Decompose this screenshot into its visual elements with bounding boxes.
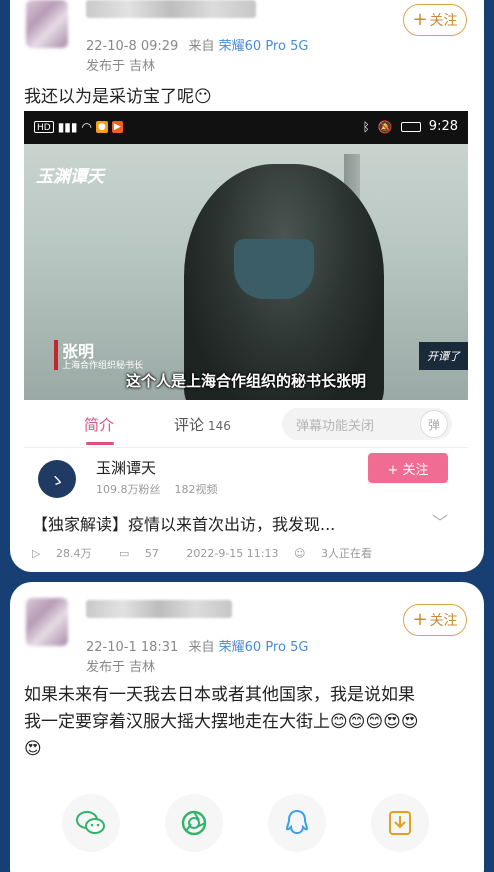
danmaku-icon: ▭	[118, 547, 133, 560]
follow-button[interactable]: + 关注	[403, 4, 467, 36]
post-timestamp: 22-10-8 09:29	[86, 39, 179, 54]
status-bar: HD ▮▮▮ ◠ ● ▶ ᛒ 🔕 9:28	[24, 111, 468, 144]
channel-videos: 182视频	[174, 483, 218, 496]
danmu-toggle[interactable]: 弹	[420, 410, 448, 438]
share-wechat-button[interactable]	[62, 794, 120, 852]
danmaku-count-value: 57	[144, 547, 159, 560]
post-card: 22-10-8 09:29 来自 荣耀60 Pro 5G 发布于 吉林 + 关注…	[10, 0, 484, 572]
post-meta: 22-10-8 09:29 来自 荣耀60 Pro 5G	[86, 35, 308, 54]
name-bar	[54, 340, 58, 370]
device-link[interactable]: 荣耀60 Pro 5G	[219, 39, 309, 54]
post-timestamp: 22-10-1 18:31	[86, 640, 179, 655]
watching: ☺ 3人正在看	[294, 547, 384, 560]
source-prefix: 来自	[188, 640, 215, 655]
app-notify-icon: ●	[96, 121, 108, 133]
channel-fans: 109.8万粉丝	[96, 483, 161, 496]
channel-avatar[interactable]: ゝ	[38, 460, 76, 498]
subscribe-button[interactable]: + 关注	[368, 453, 448, 483]
qq-icon	[285, 809, 309, 835]
wechat-icon	[76, 811, 105, 834]
username[interactable]	[86, 600, 232, 618]
follow-label: 关注	[429, 13, 458, 29]
share-row	[10, 794, 484, 854]
save-icon	[389, 811, 411, 835]
tab-underline	[86, 442, 114, 445]
danmu-label: 弹幕功能关闭	[296, 419, 375, 434]
play-count: ▷ 28.4万	[32, 547, 103, 560]
mute-icon: 🔕	[377, 119, 393, 134]
avatar[interactable]	[26, 598, 68, 646]
danmaku-count: ▭ 57	[119, 547, 171, 560]
video-frame[interactable]: 玉渊谭天 张明 上海合作组织秘书长 开谭了 这个人是上海合作组织的秘书长张明	[24, 144, 468, 400]
chevron-down-icon[interactable]: ﹀	[432, 509, 448, 533]
people-icon: ☺	[293, 547, 309, 560]
status-right: ᛒ 🔕 9:28	[363, 119, 458, 134]
device-link[interactable]: 荣耀60 Pro 5G	[219, 640, 309, 655]
play-icon: ▷	[32, 547, 44, 560]
face-mask-shape	[234, 239, 314, 299]
post-location: 发布于 吉林	[86, 660, 156, 675]
corner-tag: 开谭了	[419, 342, 468, 370]
play-count-value: 28.4万	[55, 547, 92, 560]
video-notify-icon: ▶	[111, 121, 123, 133]
post-text: 我还以为是采访宝了呢😶	[24, 87, 212, 107]
post-text-line: 我一定要穿着汉服大摇大摆地走在大街上😊😊😊😍😍	[24, 712, 419, 732]
danmu-input[interactable]: 弹幕功能关闭 弹	[282, 408, 452, 440]
plus-icon: +	[412, 609, 428, 630]
status-time: 9:28	[428, 119, 458, 134]
post-text-line: 😍	[24, 739, 42, 759]
share-moments-button[interactable]	[165, 794, 223, 852]
post-text-line: 如果未来有一天我去日本或者其他国家，我是说如果	[24, 685, 415, 705]
tab-comments-label: 评论	[174, 416, 205, 434]
moments-icon	[181, 810, 207, 836]
video-channel-logo: 玉渊谭天	[36, 167, 104, 187]
post-text: 如果未来有一天我去日本或者其他国家，我是说如果 我一定要穿着汉服大摇大摆地走在大…	[24, 682, 419, 763]
post-card: 22-10-1 18:31 来自 荣耀60 Pro 5G 发布于 吉林 + 关注…	[10, 582, 484, 872]
follow-button[interactable]: + 关注	[403, 604, 467, 636]
post-location: 发布于 吉林	[86, 59, 156, 74]
publish-time: 2022-9-15 11:13	[186, 547, 279, 560]
status-left: HD ▮▮▮ ◠ ● ▶	[34, 120, 123, 134]
video-title[interactable]: 【独家解读】疫情以来首次出访，我发现...	[32, 511, 335, 535]
plus-icon: +	[412, 9, 428, 30]
wifi-icon: ◠	[81, 120, 92, 134]
video-tabs: 简介 评论 146 弹幕功能关闭 弹	[24, 400, 468, 448]
battery-icon	[400, 121, 421, 132]
follow-label: 关注	[429, 613, 458, 629]
share-qq-button[interactable]	[268, 794, 326, 852]
video-subtitle: 这个人是上海合作组织的秘书长张明	[125, 372, 366, 390]
signal-icon: ▮▮▮	[57, 120, 78, 134]
tab-intro[interactable]: 简介	[84, 414, 114, 435]
embedded-video-screenshot[interactable]: HD ▮▮▮ ◠ ● ▶ ᛒ 🔕 9:28 玉渊谭天 张明 上海合作组织秘书长 …	[24, 111, 468, 572]
username[interactable]	[86, 0, 256, 18]
watching-value: 3人正在看	[320, 547, 372, 560]
channel-name[interactable]: 玉渊谭天	[96, 457, 156, 478]
hd-icon: HD	[34, 121, 54, 133]
comments-count: 146	[208, 419, 231, 433]
bluetooth-icon: ᛒ	[362, 119, 370, 134]
source-prefix: 来自	[188, 39, 215, 54]
tab-comments[interactable]: 评论 146	[174, 414, 231, 435]
post-meta: 22-10-1 18:31 来自 荣耀60 Pro 5G	[86, 636, 308, 655]
avatar[interactable]	[26, 0, 68, 48]
share-save-button[interactable]	[371, 794, 429, 852]
channel-avatar-icon: ゝ	[48, 471, 65, 490]
video-stats: ▷ 28.4万 ▭ 57 2022-9-15 11:13 ☺ 3人正在看	[32, 545, 396, 561]
channel-stats: 109.8万粉丝 182视频	[96, 481, 218, 497]
